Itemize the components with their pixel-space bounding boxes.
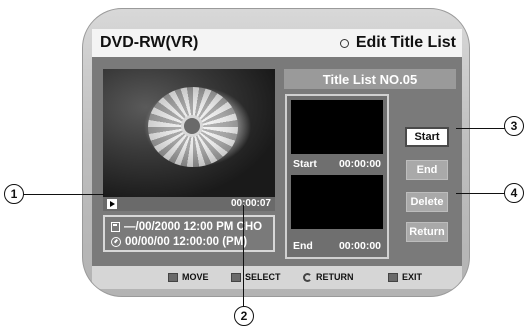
playback-bar[interactable]: 00:00:07	[103, 197, 275, 211]
select-hint: SELECT	[231, 272, 281, 282]
end-button[interactable]: End	[406, 160, 448, 180]
start-time: 00:00:00	[338, 158, 381, 170]
move-hint-label: MOVE	[182, 272, 209, 282]
play-icon[interactable]	[107, 199, 117, 209]
title-info-text: —/00/2000 12:00 PM CHO	[124, 221, 263, 233]
flower-center	[181, 115, 203, 137]
start-button[interactable]: Start	[405, 127, 449, 147]
video-preview	[103, 69, 275, 197]
tv-screen: DVD-RW(VR) Edit Title List 00:00:07 —/00…	[82, 8, 470, 297]
start-label: Start	[293, 158, 317, 170]
move-hint: MOVE	[168, 272, 209, 282]
menu-title-text: Edit Title List	[355, 34, 456, 51]
select-hint-label: SELECT	[245, 272, 281, 282]
end-label: End	[293, 240, 313, 252]
exit-icon	[388, 272, 398, 282]
header-bar: DVD-RW(VR) Edit Title List	[92, 29, 462, 57]
callout-2-line	[243, 205, 244, 311]
return-hint-label: RETURN	[316, 272, 354, 282]
callout-4-line	[456, 193, 506, 194]
start-thumbnail	[291, 100, 383, 154]
start-row: Start 00:00:00	[293, 158, 381, 170]
time-info-text: 00/00/00 12:00:00 (PM)	[125, 236, 248, 248]
menu-title: Edit Title List	[339, 34, 456, 52]
title-list-number: Title List NO.05	[284, 69, 456, 89]
return-icon	[303, 272, 312, 282]
playback-time: 00:00:07	[230, 198, 271, 209]
callout-3: 3	[504, 116, 524, 136]
delete-button[interactable]: Delete	[406, 192, 448, 212]
exit-hint-label: EXIT	[402, 272, 423, 282]
exit-hint: EXIT	[388, 272, 422, 282]
time-info-row: 00/00/00 12:00:00 (PM)	[111, 236, 247, 248]
disc-icon	[111, 222, 120, 232]
return-hint: RETURN	[303, 272, 354, 282]
callout-3-line	[456, 128, 506, 129]
disc-type-label: DVD-RW(VR)	[100, 34, 199, 51]
return-button[interactable]: Return	[406, 222, 448, 242]
callout-1: 1	[4, 184, 24, 204]
move-icon	[168, 272, 178, 282]
select-icon	[231, 272, 241, 282]
end-row: End 00:00:00	[293, 240, 381, 252]
clip-panel: Start 00:00:00 End 00:00:00	[285, 94, 389, 259]
title-info-row: —/00/2000 12:00 PM CHO	[111, 221, 262, 233]
footer-hints: MOVE SELECT RETURN EXIT	[92, 266, 462, 289]
menu-body: 00:00:07 —/00/2000 12:00 PM CHO 00/00/00…	[92, 57, 462, 266]
ring-icon	[339, 38, 349, 48]
callout-2: 2	[234, 306, 254, 326]
end-time: 00:00:00	[338, 240, 381, 252]
callout-4: 4	[504, 183, 524, 203]
callout-1-line	[22, 194, 104, 195]
end-thumbnail	[291, 175, 383, 229]
title-info-box: —/00/2000 12:00 PM CHO 00/00/00 12:00:00…	[103, 215, 275, 252]
clock-icon	[111, 237, 121, 247]
